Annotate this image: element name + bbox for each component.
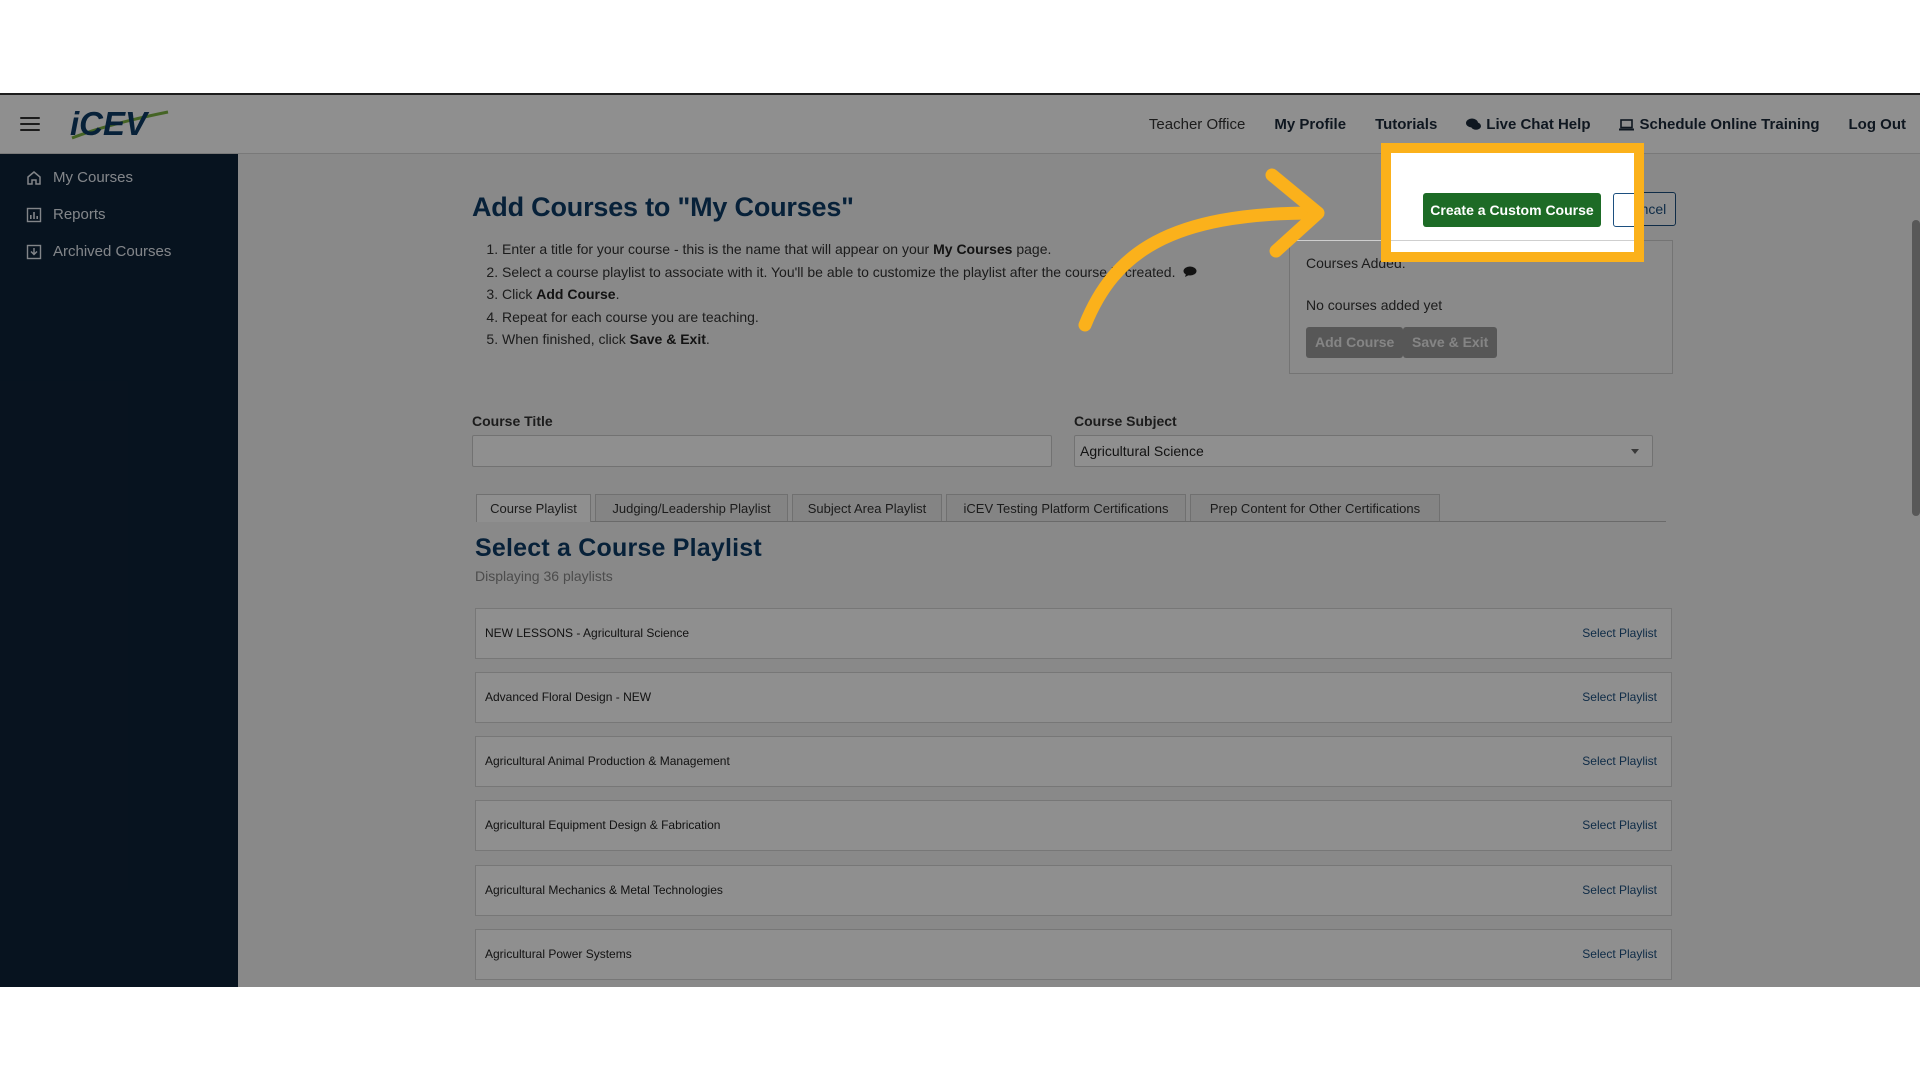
- schedule-training-label: Schedule Online Training: [1639, 116, 1820, 133]
- hamburger-menu-icon[interactable]: [20, 117, 40, 133]
- instruction-step: Click Add Course.: [502, 283, 1302, 306]
- section-title: Select a Course Playlist: [475, 534, 762, 562]
- tab-course-playlist[interactable]: Course Playlist: [476, 494, 591, 522]
- playlist-row: Advanced Floral Design - NEW Select Play…: [475, 672, 1672, 723]
- laptop-icon: [1619, 118, 1635, 130]
- select-playlist-link[interactable]: Select Playlist: [1582, 866, 1657, 915]
- course-title-input[interactable]: [472, 435, 1052, 467]
- tab-prep-content-other-certifications[interactable]: Prep Content for Other Certifications: [1190, 494, 1440, 521]
- playlist-name: Agricultural Animal Production & Managem…: [485, 754, 730, 768]
- tab-judging-leadership-playlist[interactable]: Judging/Leadership Playlist: [595, 494, 788, 521]
- instruction-step: When finished, click Save & Exit.: [502, 328, 1302, 351]
- tutorials-link[interactable]: Tutorials: [1375, 116, 1437, 133]
- select-playlist-link[interactable]: Select Playlist: [1582, 801, 1657, 850]
- add-course-button[interactable]: Add Course: [1306, 327, 1404, 358]
- main-content: Add Courses to "My Courses" Enter a titl…: [238, 154, 1920, 987]
- instruction-step: Enter a title for your course - this is …: [502, 238, 1302, 261]
- scrollbar[interactable]: [1910, 154, 1920, 987]
- instruction-step: Repeat for each course you are teaching.: [502, 306, 1302, 329]
- chart-icon: [26, 207, 42, 222]
- select-playlist-link[interactable]: Select Playlist: [1582, 673, 1657, 722]
- tab-subject-area-playlist[interactable]: Subject Area Playlist: [792, 494, 942, 521]
- playlist-name: Agricultural Mechanics & Metal Technolog…: [485, 883, 723, 897]
- select-playlist-link[interactable]: Select Playlist: [1582, 609, 1657, 658]
- top-header: iCEV Teacher Office My Profile Tutorials…: [0, 93, 1920, 154]
- playlist-name: Advanced Floral Design - NEW: [485, 690, 652, 704]
- sidebar-item-label: Reports: [53, 206, 106, 223]
- live-chat-label: Live Chat Help: [1486, 116, 1591, 133]
- course-subject-label: Course Subject: [1074, 413, 1177, 429]
- sidebar-item-label: My Courses: [53, 169, 134, 186]
- app-window: iCEV Teacher Office My Profile Tutorials…: [0, 93, 1920, 987]
- courses-added-panel: Courses Added: No courses added yet Add …: [1289, 240, 1673, 374]
- playlist-row: Agricultural Mechanics & Metal Technolog…: [475, 865, 1672, 916]
- sidebar-item-label: Archived Courses: [53, 243, 172, 260]
- playlist-row: NEW LESSONS - Agricultural Science Selec…: [475, 608, 1672, 659]
- top-nav: Teacher Office My Profile Tutorials Live…: [1149, 95, 1906, 154]
- schedule-training-link[interactable]: Schedule Online Training: [1619, 116, 1820, 133]
- playlist-name: Agricultural Power Systems: [485, 947, 632, 961]
- playlist-row: Agricultural Equipment Design & Fabricat…: [475, 800, 1672, 851]
- sidebar-item-archived-courses[interactable]: Archived Courses: [0, 233, 238, 270]
- sidebar: My Courses Reports Archived Courses: [0, 154, 238, 987]
- save-exit-button[interactable]: Save & Exit: [1403, 327, 1498, 358]
- instruction-step: Select a course playlist to associate wi…: [502, 261, 1302, 284]
- icev-logo[interactable]: iCEV: [68, 104, 172, 146]
- sidebar-item-reports[interactable]: Reports: [0, 196, 238, 233]
- playlist-name: Agricultural Equipment Design & Fabricat…: [485, 818, 721, 832]
- instructions-list: Enter a title for your course - this is …: [472, 238, 1302, 351]
- playlist-count: Displaying 36 playlists: [475, 568, 613, 584]
- tab-icev-testing-certifications[interactable]: iCEV Testing Platform Certifications: [946, 494, 1186, 521]
- no-courses-text: No courses added yet: [1306, 297, 1443, 313]
- comment-icon[interactable]: [1183, 266, 1197, 278]
- live-chat-link[interactable]: Live Chat Help: [1466, 116, 1590, 133]
- archive-icon: [26, 244, 42, 259]
- cancel-button-highlighted[interactable]: Ca: [1613, 193, 1639, 227]
- svg-text:iCEV: iCEV: [70, 105, 150, 142]
- my-profile-link[interactable]: My Profile: [1274, 116, 1346, 133]
- courses-added-panel-edge: [1290, 240, 1639, 258]
- chevron-down-icon: [1631, 449, 1639, 454]
- chat-icon: [1466, 118, 1482, 130]
- course-title-label: Course Title: [472, 413, 553, 429]
- home-icon: [27, 170, 41, 185]
- playlist-row: Agricultural Animal Production & Managem…: [475, 736, 1672, 787]
- course-subject-select[interactable]: Agricultural Science: [1074, 435, 1653, 467]
- cancel-button-label: Ca: [1613, 193, 1639, 227]
- select-playlist-link[interactable]: Select Playlist: [1582, 737, 1657, 786]
- select-playlist-link[interactable]: Select Playlist: [1582, 930, 1657, 979]
- playlist-tabs: Course Playlist Judging/Leadership Playl…: [476, 494, 1666, 522]
- create-custom-course-button[interactable]: Create a Custom Course: [1423, 193, 1601, 227]
- teacher-office-link[interactable]: Teacher Office: [1149, 116, 1245, 133]
- sidebar-item-my-courses[interactable]: My Courses: [0, 159, 238, 196]
- scrollbar-thumb[interactable]: [1912, 220, 1920, 516]
- course-subject-value: Agricultural Science: [1080, 443, 1204, 459]
- playlist-row: Agricultural Power Systems Select Playli…: [475, 929, 1672, 980]
- page-title: Add Courses to "My Courses": [472, 192, 854, 222]
- log-out-link[interactable]: Log Out: [1849, 116, 1906, 133]
- playlist-name: NEW LESSONS - Agricultural Science: [485, 626, 690, 640]
